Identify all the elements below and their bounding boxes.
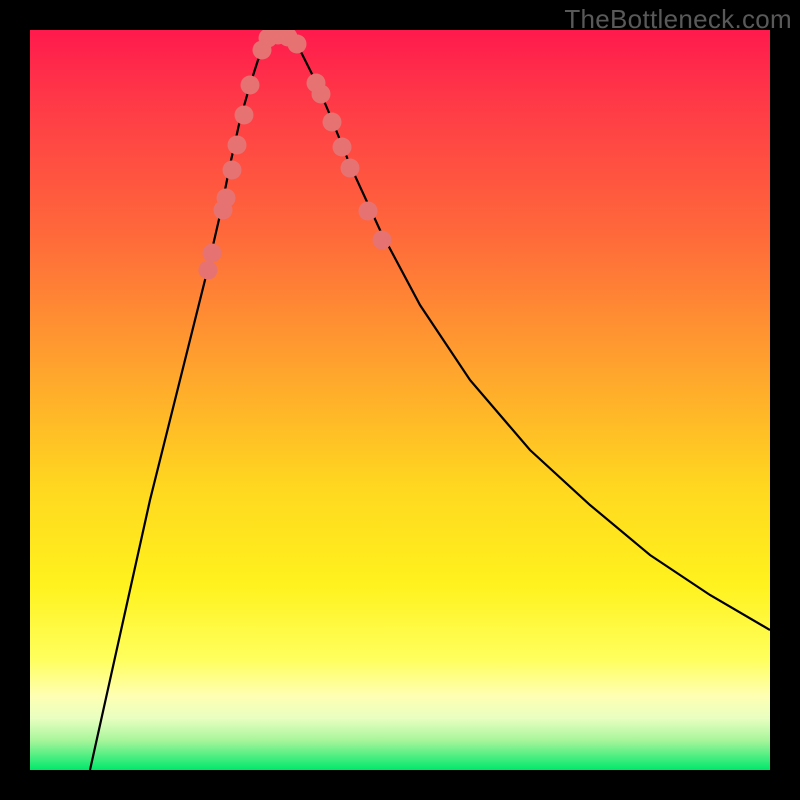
highlight-dot xyxy=(241,76,260,95)
highlight-dot xyxy=(359,202,378,221)
highlight-dot xyxy=(333,138,352,157)
highlight-dot xyxy=(223,161,242,180)
highlight-dot xyxy=(203,244,222,263)
right-curve xyxy=(290,35,770,630)
highlight-dot xyxy=(235,106,254,125)
plot-area xyxy=(30,30,770,770)
highlight-dot xyxy=(199,261,218,280)
highlight-dot xyxy=(323,113,342,132)
highlight-dot xyxy=(228,136,247,155)
chart-frame: TheBottleneck.com xyxy=(0,0,800,800)
highlight-dot xyxy=(341,159,360,178)
highlight-dot xyxy=(217,189,236,208)
highlight-dots xyxy=(199,30,392,280)
curves-svg xyxy=(30,30,770,770)
highlight-dot xyxy=(312,85,331,104)
curve-layer xyxy=(90,35,770,770)
highlight-dot xyxy=(373,231,392,250)
highlight-dot xyxy=(288,35,307,54)
